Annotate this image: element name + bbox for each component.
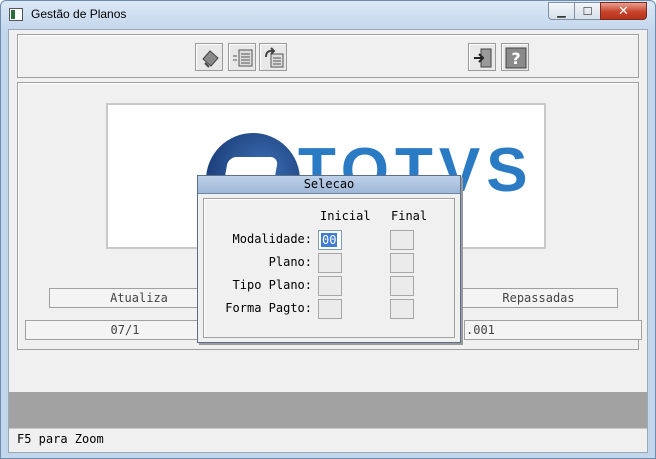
minimize-icon: ▁	[557, 5, 566, 18]
plano-initial-input[interactable]	[318, 253, 342, 273]
tipo-plano-initial-input[interactable]	[318, 276, 342, 296]
close-button[interactable]: ✕	[600, 2, 647, 20]
column-header-initial: Inicial	[320, 209, 371, 223]
close-icon: ✕	[618, 4, 629, 19]
list-icon	[233, 49, 253, 67]
title-bar[interactable]: Gestão de Planos ▁ ☐ ✕	[1, 1, 655, 29]
column-header-final: Final	[391, 209, 428, 223]
forma-pagto-label: Forma Pagto:	[225, 301, 312, 315]
dialog-title[interactable]: Selecao	[198, 176, 460, 194]
status-area	[9, 392, 647, 428]
minimize-button[interactable]: ▁	[548, 2, 575, 20]
maximize-button[interactable]: ☐	[574, 2, 601, 20]
exit-button[interactable]	[468, 43, 496, 71]
window-title: Gestão de Planos	[31, 7, 127, 21]
tipo-plano-final-input[interactable]	[390, 276, 414, 296]
help-icon: ?	[505, 47, 527, 69]
right-header-field: Repassadas	[459, 288, 618, 308]
copy-button[interactable]	[259, 43, 287, 71]
list-button[interactable]	[228, 43, 256, 71]
app-icon	[9, 8, 23, 21]
status-bar: F5 para Zoom	[9, 428, 647, 452]
right-value-field: .001	[464, 320, 642, 340]
tipo-plano-label: Tipo Plano:	[232, 278, 312, 292]
selection-dialog: Selecao Inicial Final Modalidade: 00 Pla…	[197, 175, 461, 343]
forma-pagto-final-input[interactable]	[390, 299, 414, 319]
modalidade-final-input[interactable]	[390, 230, 414, 250]
toolbar: ?	[17, 34, 639, 78]
confirm-button[interactable]	[195, 43, 223, 71]
main-window: Gestão de Planos ▁ ☐ ✕ ? TOTVS Atualiza …	[0, 0, 656, 459]
plano-final-input[interactable]	[390, 253, 414, 273]
modalidade-initial-input[interactable]: 00	[318, 230, 342, 250]
copy-icon	[265, 47, 284, 68]
modalidade-label: Modalidade:	[232, 232, 312, 246]
maximize-icon: ☐	[582, 5, 593, 18]
left-value-field: 07/1	[25, 320, 225, 340]
forma-pagto-initial-input[interactable]	[318, 299, 342, 319]
confirm-icon	[202, 50, 219, 68]
exit-icon	[474, 48, 492, 68]
status-hint: F5 para Zoom	[17, 432, 104, 446]
plano-label: Plano:	[268, 255, 312, 269]
svg-text:?: ?	[511, 49, 520, 68]
dialog-body: Inicial Final Modalidade: 00 Plano: Tipo…	[203, 198, 455, 338]
help-button[interactable]: ?	[501, 43, 529, 71]
